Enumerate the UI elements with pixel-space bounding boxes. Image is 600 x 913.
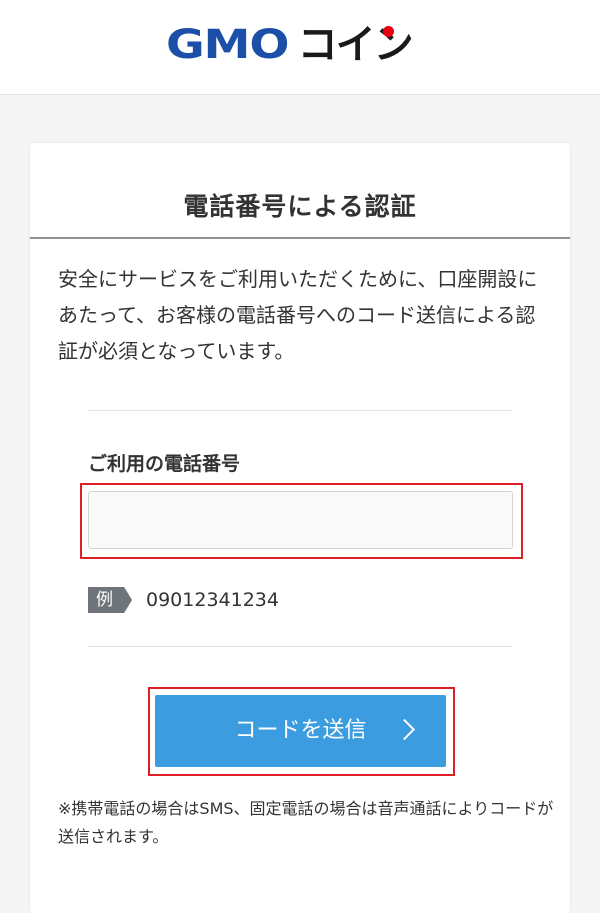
logo-red-dot-icon xyxy=(383,26,394,37)
divider-bottom xyxy=(88,646,513,647)
page-title: 電話番号による認証 xyxy=(183,192,417,221)
delivery-note: ※携帯電話の場合はSMS、固定電話の場合は音声通話によりコードが送信されます。 xyxy=(58,799,554,846)
app-header: GMO コイン xyxy=(0,0,600,95)
auth-card: 電話番号による認証 安全にサービスをご利用いただくために、口座開設にあたって、お… xyxy=(30,143,570,913)
gmo-coin-logo-icon: GMO コイン xyxy=(166,22,414,68)
example-phone-value: 09012341234 xyxy=(146,589,279,611)
logo-coin-text: コイン xyxy=(297,22,414,68)
example-badge: 例 xyxy=(88,587,132,613)
divider-top xyxy=(88,410,513,411)
phone-field-label: ご利用の電話番号 xyxy=(88,453,241,475)
send-code-button[interactable]: コードを送信 xyxy=(155,695,446,767)
logo-gmo-text: GMO xyxy=(166,22,289,68)
title-underline xyxy=(30,237,570,239)
phone-number-input[interactable] xyxy=(88,491,513,549)
auth-description: 安全にサービスをご利用いただくために、口座開設にあたって、お客様の電話番号へのコ… xyxy=(58,267,538,363)
